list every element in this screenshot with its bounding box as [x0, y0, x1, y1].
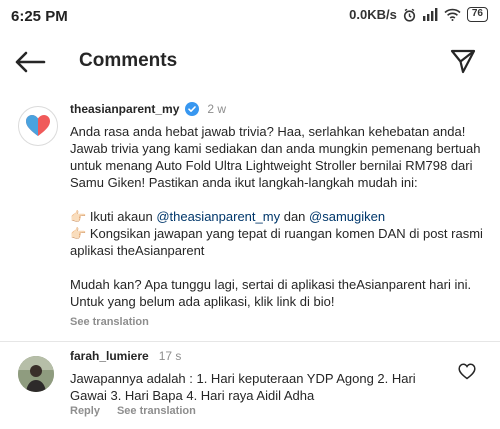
mention-link[interactable]: @theasianparent_my — [156, 209, 280, 224]
caption-paragraph: Anda rasa anda hebat jawab trivia? Haa, … — [70, 124, 481, 190]
paper-plane-icon — [450, 49, 476, 74]
divider — [0, 341, 500, 342]
caption-header: theasianparent_my 2 w — [70, 101, 486, 117]
mention-link[interactable]: @samugiken — [309, 209, 385, 224]
see-translation-link[interactable]: See translation — [117, 405, 196, 417]
post-caption: theasianparent_my 2 w Anda rasa anda heb… — [70, 101, 486, 310]
see-translation-link[interactable]: See translation — [70, 316, 149, 328]
step-1-and: dan — [283, 209, 306, 224]
avatar[interactable] — [18, 356, 54, 392]
signal-icon — [422, 8, 438, 21]
back-arrow-icon — [15, 51, 46, 73]
caption-username[interactable]: theasianparent_my — [70, 102, 179, 116]
pointing-hand-icon: 👉🏻 — [70, 226, 87, 241]
caption-step-1: 👉🏻 Ikuti akaun @theasianparent_my dan @s… — [70, 208, 486, 225]
network-speed: 0.0KB/s — [349, 7, 397, 22]
verified-badge-icon — [185, 102, 200, 116]
back-button[interactable] — [14, 50, 46, 74]
status-indicators: 0.0KB/s 76 — [349, 7, 488, 22]
comment-timestamp: 17 s — [158, 349, 182, 363]
comment-text: Jawapannya adalah : 1. Hari keputeraan Y… — [70, 371, 416, 403]
reply-button[interactable]: Reply — [70, 405, 100, 417]
caption-paragraph: Mudah kan? Apa tunggu lagi, sertai di ap… — [70, 277, 472, 309]
step-2-text: Kongsikan jawapan yang tepat di ruangan … — [70, 226, 483, 258]
pointing-hand-icon: 👉🏻 — [70, 209, 87, 224]
wifi-icon — [444, 8, 461, 21]
alarm-icon — [403, 8, 416, 22]
comment-header: farah_lumiere 17 s — [70, 348, 450, 364]
comment-item: farah_lumiere 17 s Jawapannya adalah : 1… — [70, 348, 450, 404]
step-1-text: Ikuti akaun — [89, 209, 153, 224]
status-time: 6:25 PM — [11, 8, 68, 25]
user-photo-icon — [18, 356, 54, 392]
caption-step-2: 👉🏻 Kongsikan jawapan yang tepat di ruang… — [70, 225, 486, 259]
share-button[interactable] — [450, 48, 476, 74]
comment-username[interactable]: farah_lumiere — [70, 349, 149, 363]
comments-header: Comments — [0, 38, 500, 84]
like-button[interactable] — [458, 363, 476, 380]
avatar[interactable] — [18, 106, 58, 146]
theasianparent-logo-icon — [26, 115, 50, 136]
caption-text: Anda rasa anda hebat jawab trivia? Haa, … — [70, 123, 486, 310]
caption-timestamp: 2 w — [207, 102, 227, 116]
status-bar: 6:25 PM 0.0KB/s 76 — [0, 0, 500, 34]
page-title: Comments — [79, 50, 178, 71]
heart-outline-icon — [458, 363, 476, 380]
comment-actions: Reply See translation — [70, 405, 196, 417]
battery-icon: 76 — [466, 7, 488, 22]
